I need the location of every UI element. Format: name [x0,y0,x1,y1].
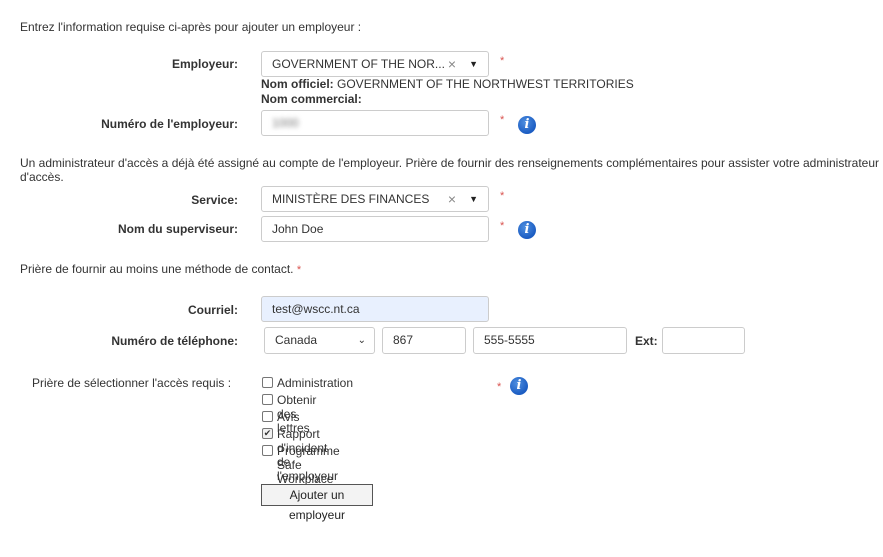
employer-chevron-down-icon[interactable]: ▼ [469,52,478,76]
employer-number-input[interactable]: 1000 [261,110,489,136]
admin-note: Un administrateur d'accès a déjà été ass… [20,156,880,184]
checkbox-safe-workplace[interactable] [262,445,273,456]
service-select-value: MINISTÈRE DES FINANCES [272,192,430,206]
phone-country-chevron-down-icon: ⌄ [357,335,366,346]
employer-number-value: 1000 [272,116,299,130]
service-select[interactable]: MINISTÈRE DES FINANCES × ▼ [261,186,489,212]
service-chevron-down-icon[interactable]: ▼ [469,187,478,211]
access-info-icon[interactable]: i [510,377,528,395]
access-required-mark: * [497,381,502,393]
phone-country-value: Canada [275,333,318,347]
phone-area-code-input[interactable]: 867 [382,327,466,354]
supervisor-label: Nom du superviseur: [117,222,238,236]
intro-text: Entrez l'information requise ci-après po… [20,20,362,34]
employer-label: Employeur: [171,57,238,71]
checkbox-administration[interactable] [262,377,273,388]
access-label: Prière de sélectionner l'accès requis : [32,376,232,390]
employer-number-label: Numéro de l'employeur: [101,117,238,131]
employer-official-name: Nom officiel: GOVERNMENT OF THE NORTHWES… [261,77,634,91]
supervisor-input[interactable]: John Doe [261,216,489,242]
employer-select[interactable]: GOVERNMENT OF THE NOR... × ▼ [261,51,489,77]
phone-ext-input[interactable] [662,327,745,354]
supervisor-info-icon[interactable]: i [518,221,536,239]
service-clear-icon[interactable]: × [448,187,456,211]
employer-number-info-icon[interactable]: i [518,116,536,134]
service-required-mark: * [500,190,505,202]
access-option-label: Administration [277,376,354,390]
employer-clear-icon[interactable]: × [448,52,456,76]
email-field[interactable]: test@wscc.nt.ca [261,296,489,322]
contact-note: Prière de fournir au moins une méthode d… [20,262,301,276]
email-label: Courriel: [187,303,238,317]
access-option-label: Avis [277,410,300,424]
checkbox-avis[interactable] [262,411,273,422]
add-employer-button[interactable]: Ajouter un employeur [261,484,373,522]
phone-number-input[interactable]: 555-5555 [473,327,627,354]
employer-select-value: GOVERNMENT OF THE NOR... [272,57,445,71]
service-label: Service: [191,193,238,207]
official-name-label: Nom officiel: [261,77,334,91]
contact-required-mark: * [296,264,302,276]
checkbox-obtenir-lettres[interactable] [262,394,273,405]
access-option-label: Programme Safe Workplace [277,444,340,486]
checkbox-rapport-incident[interactable]: ✔ [262,428,273,439]
official-name-value: GOVERNMENT OF THE NORTHWEST TERRITORIES [337,77,634,91]
employer-required-mark: * [500,55,505,67]
contact-note-text: Prière de fournir au moins une méthode d… [20,262,294,276]
phone-ext-label: Ext: [635,334,658,348]
phone-country-select[interactable]: Canada ⌄ [264,327,375,354]
employer-number-required-mark: * [500,114,505,126]
phone-label: Numéro de téléphone: [111,334,238,348]
supervisor-required-mark: * [500,220,505,232]
commercial-name-label: Nom commercial: [261,92,362,106]
